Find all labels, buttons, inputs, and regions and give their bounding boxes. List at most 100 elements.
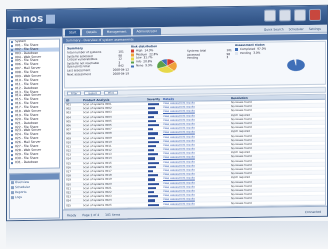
legend-swatch (131, 53, 134, 57)
severity-bar (148, 195, 158, 198)
filter-button[interactable]: Filter (67, 91, 82, 96)
severity-bar (148, 145, 157, 148)
status-text: Ready (67, 212, 77, 217)
stat-label: Pending (187, 56, 199, 60)
row-severity (146, 127, 162, 131)
close-icon[interactable] (309, 8, 321, 22)
row-id: 010 (66, 141, 71, 145)
row-id: 012 (66, 149, 71, 153)
export-button[interactable]: Export (84, 90, 101, 96)
row-id: 020 (66, 182, 71, 186)
legend-swatch (131, 57, 134, 61)
tab-administrator[interactable]: Administrator (132, 28, 161, 36)
row-severity (146, 131, 162, 135)
row-id: 021 (66, 187, 71, 191)
tab-management[interactable]: Management (102, 28, 131, 36)
severity-bar (148, 111, 158, 114)
severity-bar (148, 170, 153, 173)
row-severity (146, 152, 162, 156)
scheduler-link[interactable]: Scheduler (289, 27, 304, 31)
row-id: 004 (66, 115, 71, 119)
row-severity (146, 144, 162, 148)
severity-bar (148, 124, 159, 127)
row-id: 007 (66, 128, 71, 132)
legend-swatch (235, 48, 238, 51)
severity-bar (148, 157, 156, 160)
row-severity (146, 186, 162, 190)
row-id: 017 (66, 170, 71, 174)
severity-bar (148, 161, 159, 165)
sidebar-header (7, 28, 62, 38)
row-id: 003 (66, 111, 71, 115)
row-severity (146, 161, 162, 165)
summary-panel: Summary Total number of systems 101 System… (64, 40, 326, 89)
sidebar-panel: Overview Scheduler Reports Logs (9, 172, 60, 220)
main-content: Summary - Overview of system assessments… (63, 33, 327, 210)
row-id: 013 (66, 153, 71, 157)
sidebar-link-logs[interactable]: Logs (10, 195, 59, 201)
row-severity (146, 198, 162, 202)
row-id: 018 (66, 174, 71, 178)
severity-bar (148, 107, 156, 110)
help-icon[interactable] (264, 9, 276, 22)
row-severity (146, 115, 162, 119)
column-header-severity[interactable]: Severity (146, 97, 162, 101)
settings-link[interactable]: Settings (309, 26, 321, 30)
row-severity (146, 182, 162, 186)
stat-value: 3 (226, 55, 229, 60)
row-severity (146, 173, 162, 177)
window-controls (264, 8, 321, 22)
legend-swatch (131, 65, 134, 68)
severity-bar (148, 199, 156, 202)
row-severity (146, 110, 162, 114)
severity-bar (148, 191, 154, 194)
summary-left-stats: Total number of systems 101 Systems assess… (67, 50, 129, 77)
legend-value: 9.9% (145, 63, 153, 68)
status-legend: Assessment status Completed 97.0% Pending 3… (235, 43, 275, 55)
row-severity (146, 177, 162, 181)
settings-icon[interactable] (279, 9, 291, 22)
legend-swatch (131, 49, 134, 53)
app-window: mnos Start Details Management Administra… (6, 4, 328, 222)
row-severity (146, 203, 162, 206)
legend-label: None (136, 63, 144, 68)
severity-bar (148, 165, 157, 169)
sidebar: System 001 - File Share 002 - File Share 00… (7, 28, 63, 221)
status-count: 101 items (105, 212, 121, 217)
app-logo: mnos (12, 14, 55, 25)
quick-search-link[interactable]: Quick Search (264, 27, 284, 31)
tab-start[interactable]: Start (65, 29, 81, 37)
row-id: 011 (66, 145, 71, 149)
row-id: 015 (66, 161, 71, 166)
results-table: ID Product Analysis Severity Details Res… (64, 93, 326, 210)
row-severity (146, 190, 162, 194)
severity-bar (148, 115, 154, 119)
print-button[interactable]: Print (103, 90, 118, 95)
legend-item: Pending 3.0% (235, 50, 275, 55)
row-id: 006 (66, 124, 71, 128)
row-id: 014 (66, 157, 71, 161)
row-id: 024 (66, 199, 71, 203)
minimize-icon[interactable] (294, 9, 306, 22)
row-id: 008 (66, 132, 71, 136)
connection-status: Connected (304, 209, 321, 214)
system-tree[interactable]: System 001 - File Share 002 - File Share 00… (9, 38, 60, 170)
severity-bar (148, 103, 159, 106)
row-severity (146, 148, 162, 152)
table-body: 001 Scan of systems 0001 View assessment r… (65, 99, 325, 210)
row-id: 016 (66, 166, 71, 170)
column-header-id[interactable]: ID (65, 98, 82, 102)
row-severity (146, 157, 162, 160)
tab-details[interactable]: Details (82, 28, 101, 37)
status-pie-chart (286, 59, 306, 72)
row-id: 025 (66, 203, 71, 207)
menu-right-links: Quick Search Scheduler Settings (264, 25, 327, 33)
row-severity (146, 140, 162, 144)
severity-bar (148, 182, 159, 186)
row-id: 023 (66, 195, 71, 199)
severity-bar (148, 178, 156, 181)
row-severity (146, 165, 162, 169)
tree-item[interactable]: 031 - Database (10, 159, 59, 165)
row-id: 001 (66, 103, 71, 107)
severity-bar (148, 140, 159, 144)
